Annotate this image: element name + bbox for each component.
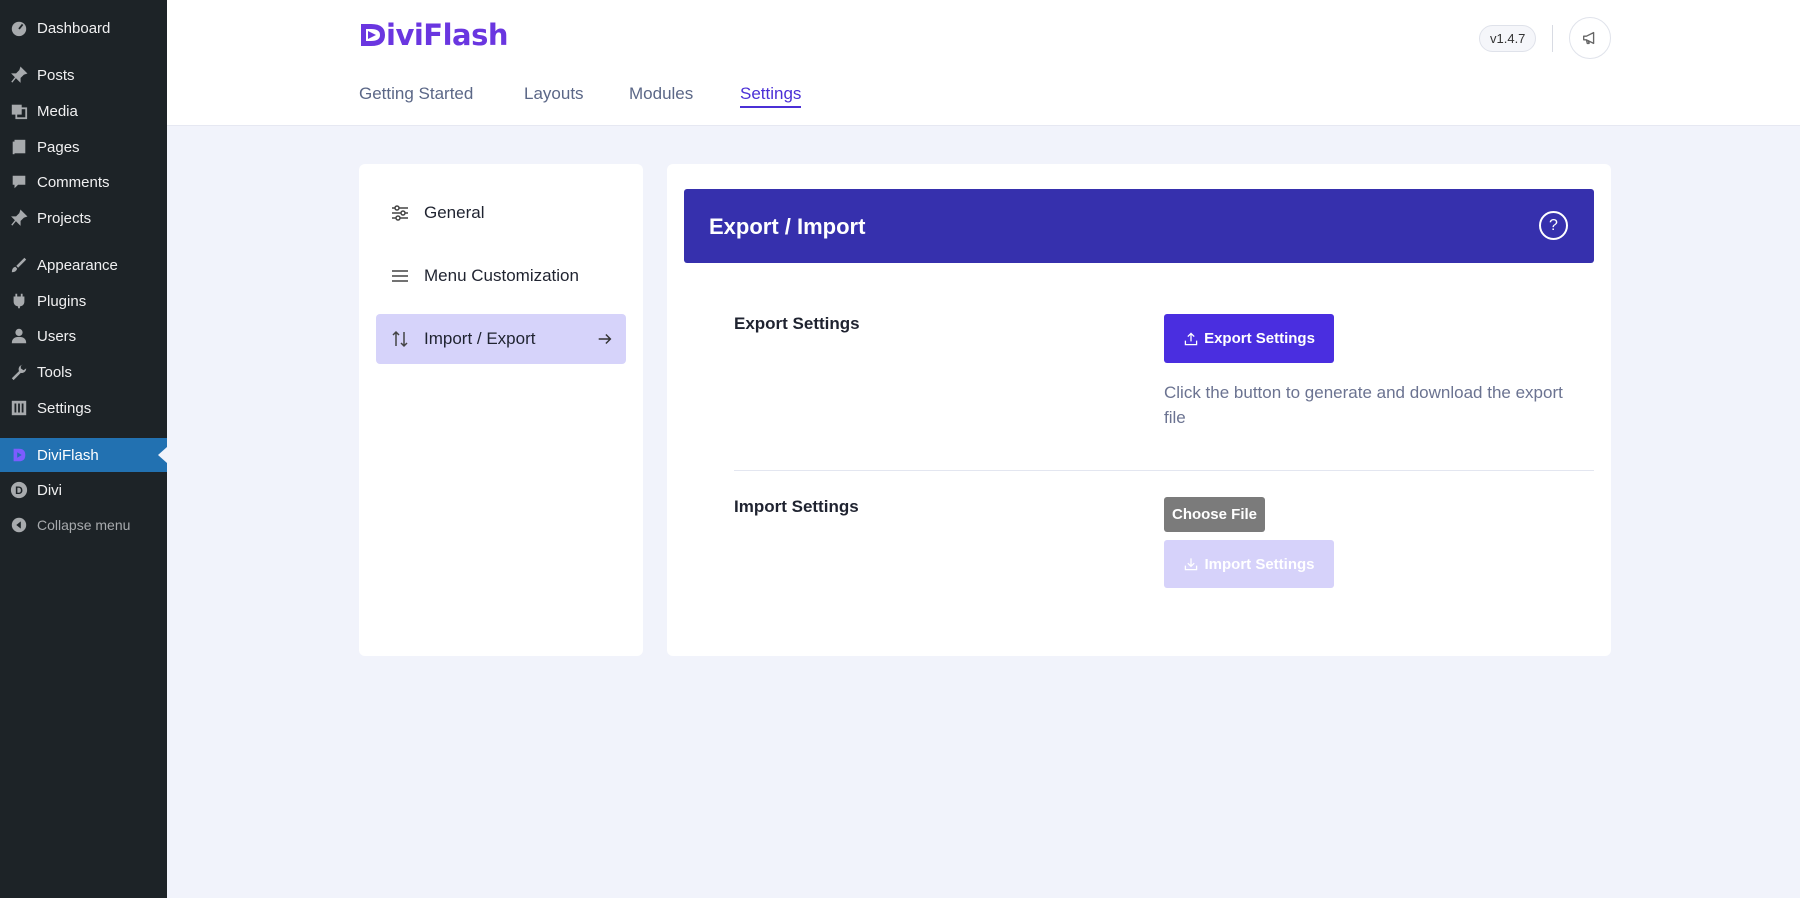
wp-menu-label: Comments bbox=[37, 173, 110, 191]
header-divider bbox=[1552, 25, 1553, 52]
settings-nav-panel: General Menu Customization Import / Expo… bbox=[359, 164, 643, 656]
current-menu-arrow bbox=[158, 447, 167, 463]
brush-icon bbox=[0, 256, 37, 274]
media-icon bbox=[0, 102, 37, 120]
settings-nav-general[interactable]: General bbox=[376, 188, 626, 238]
wp-collapse-menu[interactable]: Collapse menu bbox=[0, 508, 167, 542]
announcement-button[interactable] bbox=[1569, 17, 1611, 59]
wp-menu-users[interactable]: Users bbox=[0, 319, 167, 353]
wp-menu-projects[interactable]: Projects bbox=[0, 201, 167, 235]
divi-icon: D bbox=[0, 481, 37, 499]
tab-settings[interactable]: Settings bbox=[740, 84, 802, 108]
help-icon: ? bbox=[1549, 216, 1558, 234]
import-settings-label: Import Settings bbox=[734, 497, 859, 516]
import-button-label: Import Settings bbox=[1204, 555, 1315, 573]
tab-modules[interactable]: Modules bbox=[629, 84, 693, 104]
import-export-icon bbox=[376, 329, 424, 349]
wp-menu-media[interactable]: Media bbox=[0, 94, 167, 128]
menu-icon bbox=[376, 266, 424, 286]
tab-getting-started[interactable]: Getting Started bbox=[359, 84, 473, 104]
wp-admin-sidebar: Dashboard Posts Media Pages Comments Pro… bbox=[0, 0, 167, 898]
diviflash-icon bbox=[0, 446, 37, 464]
settings-nav-label: General bbox=[424, 203, 485, 222]
version-badge: v1.4.7 bbox=[1479, 25, 1537, 52]
wp-menu-posts[interactable]: Posts bbox=[0, 58, 167, 92]
wp-menu-plugins[interactable]: Plugins bbox=[0, 284, 167, 318]
section-divider bbox=[734, 470, 1594, 471]
wp-menu-label: Posts bbox=[37, 66, 75, 84]
logo-text: iviFlash bbox=[386, 18, 509, 52]
diviflash-logo[interactable]: iviFlash bbox=[358, 16, 509, 54]
sliders-icon bbox=[376, 203, 424, 223]
pin-icon bbox=[0, 209, 37, 227]
wp-menu-settings[interactable]: Settings bbox=[0, 391, 167, 425]
settings-nav-label: Import / Export bbox=[424, 329, 536, 348]
choose-file-button[interactable]: Choose File bbox=[1164, 497, 1265, 532]
wp-menu-dashboard[interactable]: Dashboard bbox=[0, 11, 167, 45]
panel-header: Export / Import ? bbox=[684, 189, 1594, 263]
comment-icon bbox=[0, 173, 37, 191]
megaphone-icon bbox=[1583, 31, 1595, 45]
export-description: Click the button to generate and downloa… bbox=[1164, 383, 1563, 427]
pin-icon bbox=[0, 66, 37, 84]
wp-menu-divi[interactable]: D Divi bbox=[0, 473, 167, 507]
settings-nav-import-export[interactable]: Import / Export bbox=[376, 314, 626, 364]
download-icon bbox=[1185, 558, 1198, 571]
dashboard-icon bbox=[0, 19, 37, 37]
wp-menu-pages[interactable]: Pages bbox=[0, 130, 167, 164]
export-settings-label: Export Settings bbox=[734, 314, 860, 333]
panel-title: Export / Import bbox=[709, 214, 866, 239]
wp-menu-label: Dashboard bbox=[37, 19, 111, 37]
wp-menu-label: Media bbox=[37, 102, 78, 120]
pages-icon bbox=[0, 138, 37, 156]
plugin-icon bbox=[0, 292, 37, 310]
user-icon bbox=[0, 327, 37, 345]
settings-nav-label: Menu Customization bbox=[424, 266, 579, 285]
wp-menu-label: Plugins bbox=[37, 292, 87, 310]
wp-menu-label: DiviFlash bbox=[37, 446, 99, 464]
export-button-label: Export Settings bbox=[1204, 330, 1315, 347]
collapse-icon bbox=[0, 516, 37, 534]
wp-menu-diviflash[interactable]: DiviFlash bbox=[0, 438, 167, 472]
import-settings-button[interactable]: Import Settings bbox=[1164, 540, 1334, 588]
wp-menu-label: Pages bbox=[37, 138, 80, 156]
wp-menu-label: Appearance bbox=[37, 256, 118, 274]
help-button[interactable]: ? bbox=[1539, 211, 1568, 240]
settings-nav-menu-customization[interactable]: Menu Customization bbox=[376, 251, 626, 301]
svg-text:D: D bbox=[15, 485, 23, 497]
wp-menu-label: Collapse menu bbox=[37, 517, 131, 533]
wp-menu-comments[interactable]: Comments bbox=[0, 165, 167, 199]
wp-menu-appearance[interactable]: Appearance bbox=[0, 248, 167, 282]
plugin-header: iviFlash v1.4.7 Getting Started Layouts … bbox=[167, 0, 1800, 126]
export-import-panel: Export / Import ? Export Settings Export… bbox=[667, 164, 1611, 656]
wp-menu-tools[interactable]: Tools bbox=[0, 355, 167, 389]
wp-menu-label: Settings bbox=[37, 399, 92, 417]
wp-menu-label: Divi bbox=[37, 481, 62, 499]
upload-icon bbox=[1184, 331, 1198, 345]
wp-menu-label: Projects bbox=[37, 209, 92, 227]
settings-icon bbox=[0, 399, 37, 417]
wp-menu-label: Users bbox=[37, 327, 77, 345]
wp-menu-label: Tools bbox=[37, 363, 73, 381]
wrench-icon bbox=[0, 363, 37, 381]
tab-layouts[interactable]: Layouts bbox=[524, 84, 584, 104]
export-settings-button[interactable]: Export Settings bbox=[1164, 314, 1334, 363]
diviflash-logo-mark bbox=[361, 24, 385, 46]
arrow-right-icon bbox=[598, 333, 612, 345]
